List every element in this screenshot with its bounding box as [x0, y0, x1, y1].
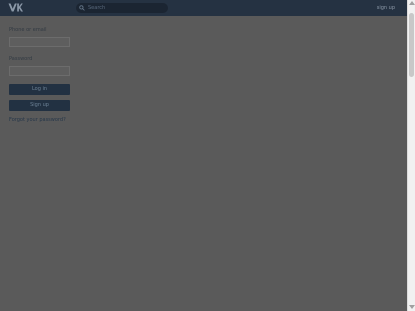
search-input[interactable]: Search [76, 3, 168, 13]
sign-up-button[interactable]: Sign up [9, 100, 70, 111]
login-button[interactable]: Log in [9, 84, 70, 95]
forgot-password-link[interactable]: Forgot your password? [9, 116, 70, 124]
phone-email-field[interactable] [9, 37, 70, 47]
password-label: Password [9, 56, 33, 62]
scrollbar-thumb[interactable] [409, 13, 414, 77]
search-placeholder: Search [88, 5, 106, 11]
login-form: Phone or email Password Log in Sign up F… [9, 26, 70, 124]
top-navigation-bar: Search sign up [0, 0, 407, 16]
scroll-up-icon[interactable] [409, 1, 415, 5]
password-field[interactable] [9, 66, 70, 76]
phone-email-label: Phone or email [9, 27, 47, 33]
header-sign-up-link[interactable]: sign up [377, 4, 395, 12]
page: Search sign up Phone or email Password L… [0, 0, 415, 311]
scroll-down-icon[interactable] [409, 305, 415, 309]
vertical-scrollbar[interactable] [407, 0, 415, 311]
vk-logo-icon[interactable] [8, 3, 23, 12]
search-icon [79, 5, 85, 11]
